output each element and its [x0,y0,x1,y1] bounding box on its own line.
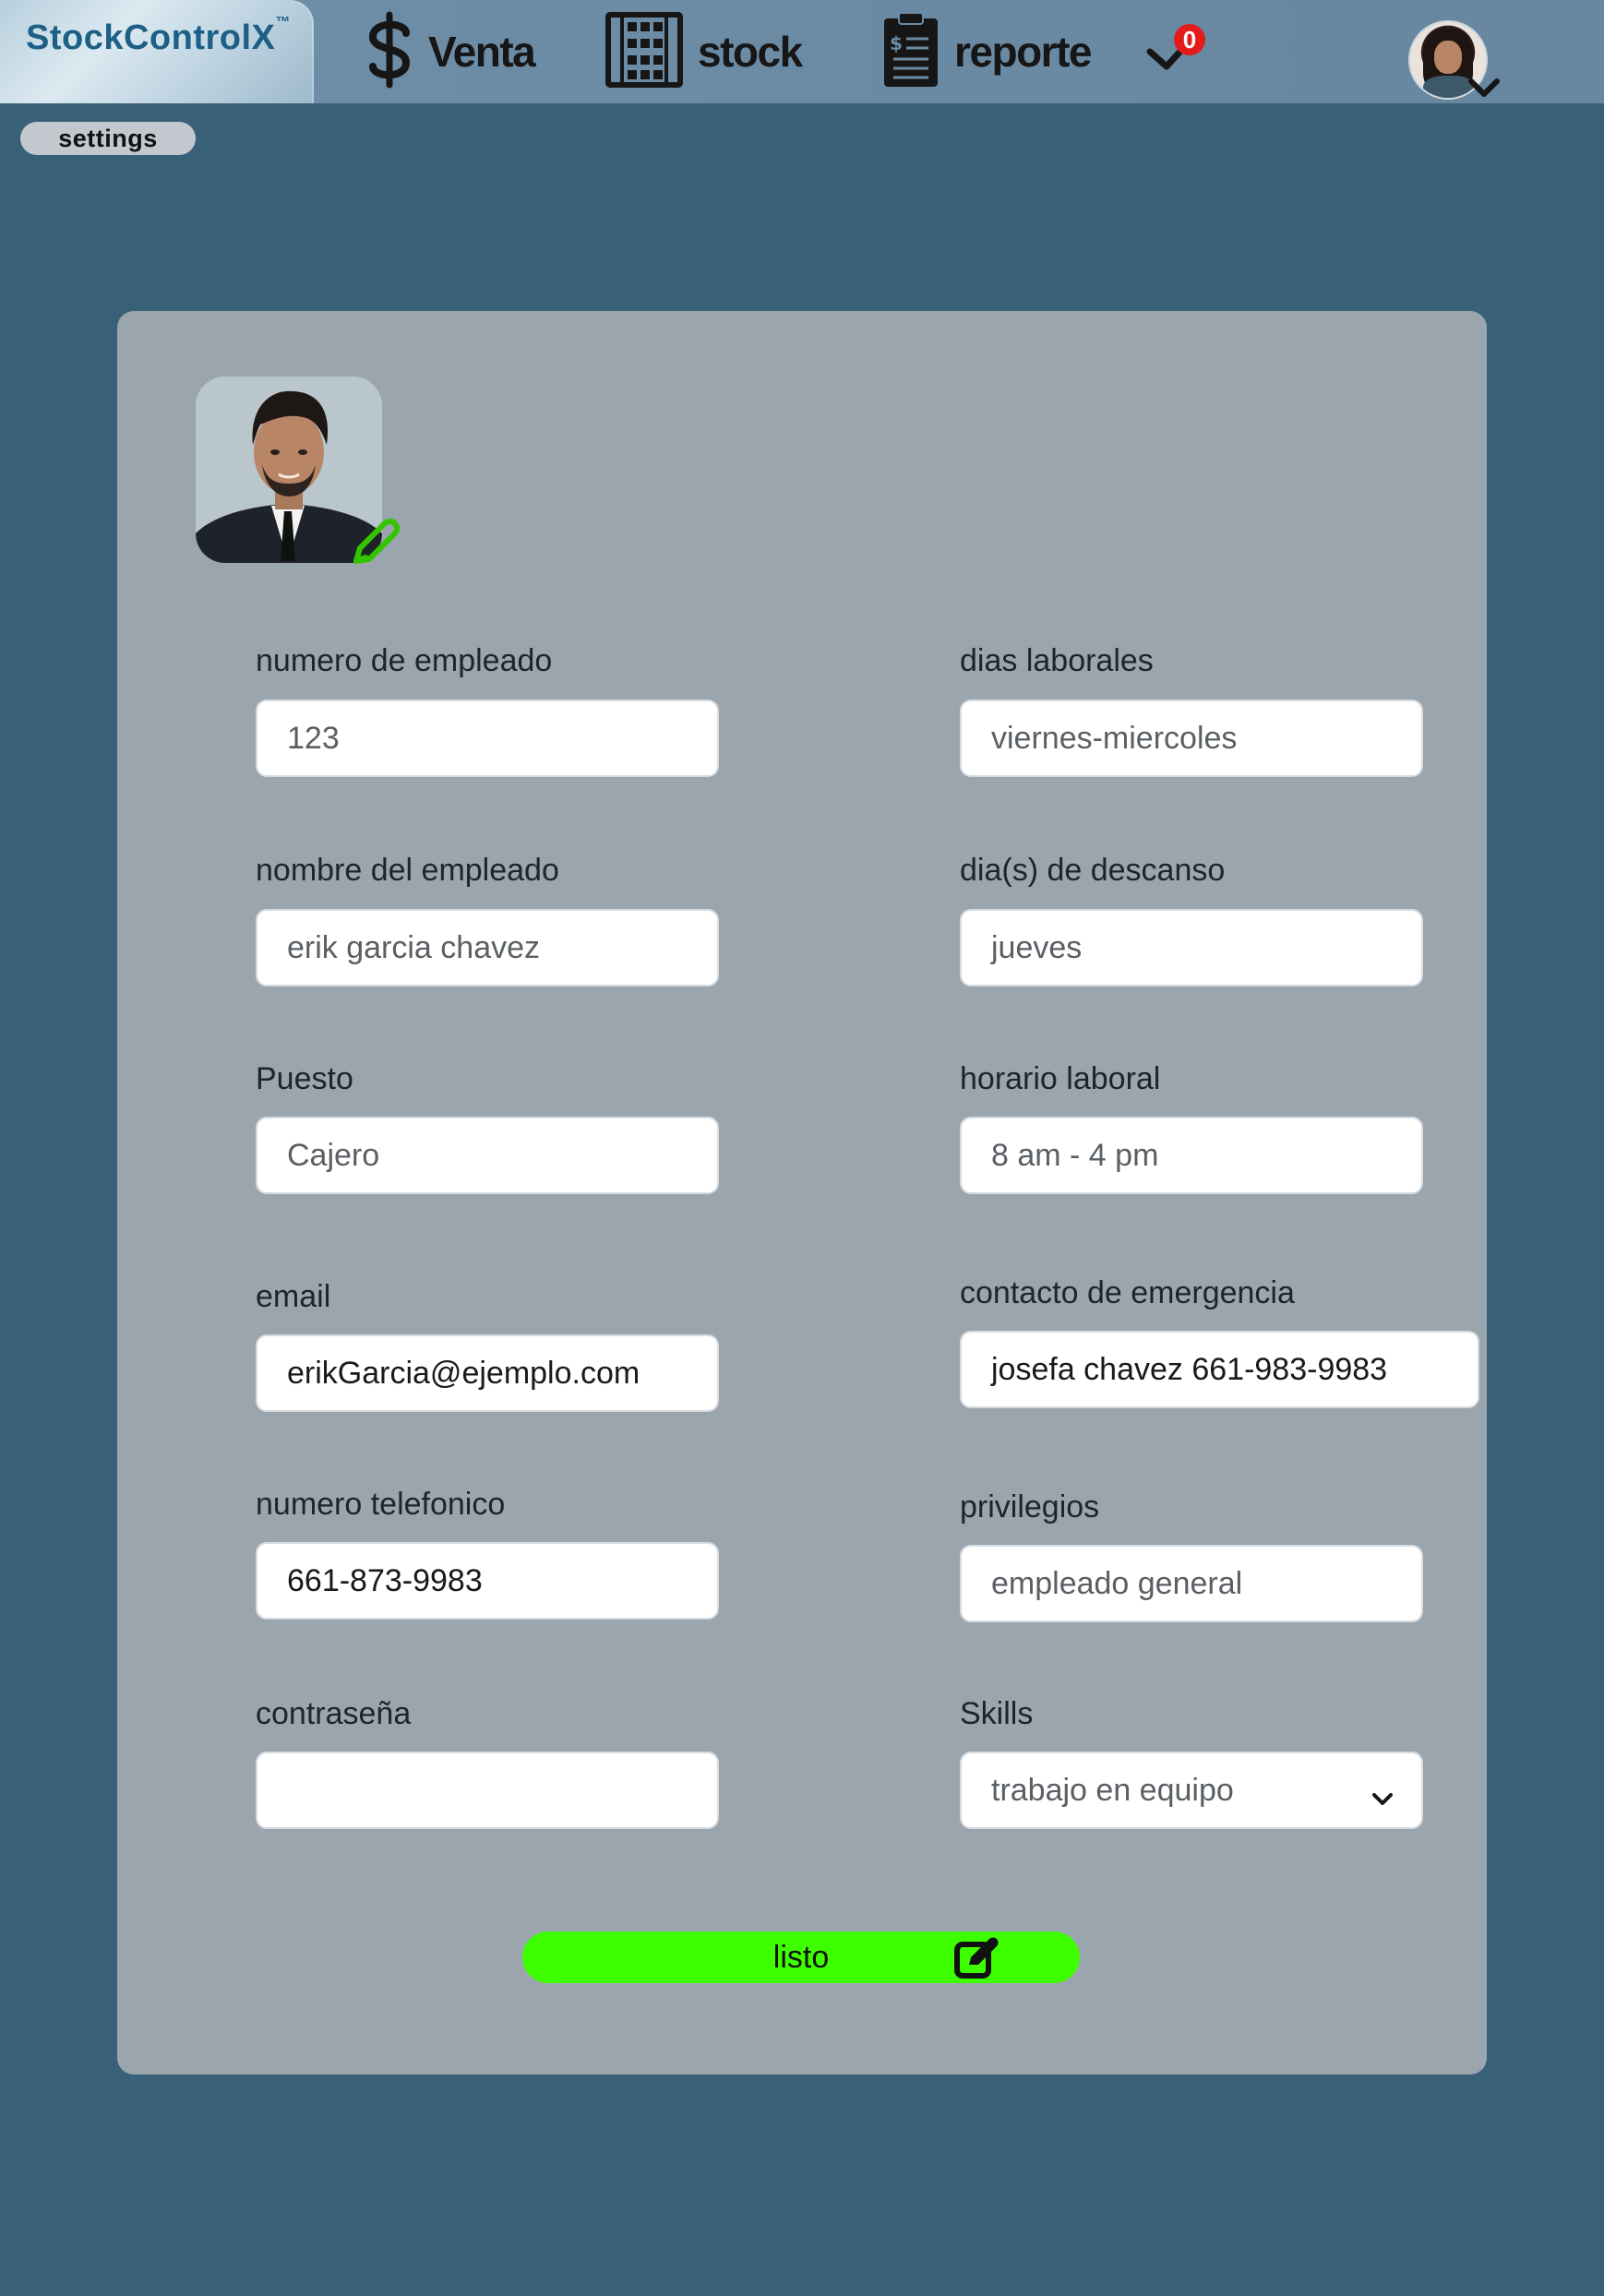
brand-logo[interactable]: StockControlX™ [0,0,314,103]
nav-label-reporte: reporte [954,28,1092,76]
privileges-label: privilegios [960,1489,1100,1525]
skills-select[interactable]: trabajo en equipo [960,1752,1423,1829]
nav-label-venta: Venta [428,28,536,76]
user-menu-chevron-icon[interactable] [1467,76,1501,105]
privileges-input[interactable]: empleado general [960,1545,1423,1622]
top-navbar: StockControlX™ Venta stock $ reporte 0 [0,0,1604,103]
schedule-input[interactable]: 8 am - 4 pm [960,1117,1423,1194]
notification-badge: 0 [1174,24,1205,55]
password-input[interactable] [256,1752,719,1829]
employee-name-input[interactable]: erik garcia chavez [256,909,719,987]
employee-number-input[interactable]: 123 [256,700,719,777]
phone-label: numero telefonico [256,1487,506,1522]
svg-text:$: $ [890,32,903,54]
email-field[interactable]: erikGarcia@ejemplo.com [256,1334,719,1412]
report-clipboard-icon: $ [882,11,940,92]
work-days-label: dias laborales [960,643,1154,678]
nav-item-venta[interactable]: Venta [365,11,536,92]
listo-button-label: listo [772,1939,830,1975]
rest-days-label: dia(s) de descanso [960,853,1226,888]
work-days-input[interactable]: viernes-miercoles [960,700,1423,777]
grid-icon [605,11,683,92]
rest-days-input[interactable]: jueves [960,909,1423,987]
schedule-label: horario laboral [960,1061,1161,1096]
edit-photo-pencil-icon[interactable] [347,517,401,574]
position-label: Puesto [256,1061,353,1096]
position-input[interactable]: Cajero [256,1117,719,1194]
listo-button[interactable]: listo [522,1931,1080,1983]
password-label: contraseña [256,1696,412,1731]
nav-item-reporte[interactable]: $ reporte [882,11,1092,92]
edit-square-icon [954,1937,999,1988]
brand-trademark: ™ [275,15,291,30]
emergency-contact-input[interactable]: josefa chavez 661-983-9983 [960,1331,1479,1408]
email-label: email [256,1279,331,1314]
settings-button[interactable]: settings [20,122,196,155]
nav-item-stock[interactable]: stock [605,11,803,92]
nav-label-stock: stock [698,28,803,76]
skills-label: Skills [960,1696,1034,1731]
emergency-contact-label: contacto de emergencia [960,1275,1295,1310]
chevron-down-icon [1371,1781,1394,1817]
employee-number-label: numero de empleado [256,643,553,678]
brand-name: StockControlX [26,18,276,57]
skills-selected-value: trabajo en equipo [991,1772,1234,1808]
dollar-icon [365,11,413,92]
phone-input[interactable]: 661-873-9983 [256,1542,719,1620]
employee-name-label: nombre del empleado [256,853,559,888]
